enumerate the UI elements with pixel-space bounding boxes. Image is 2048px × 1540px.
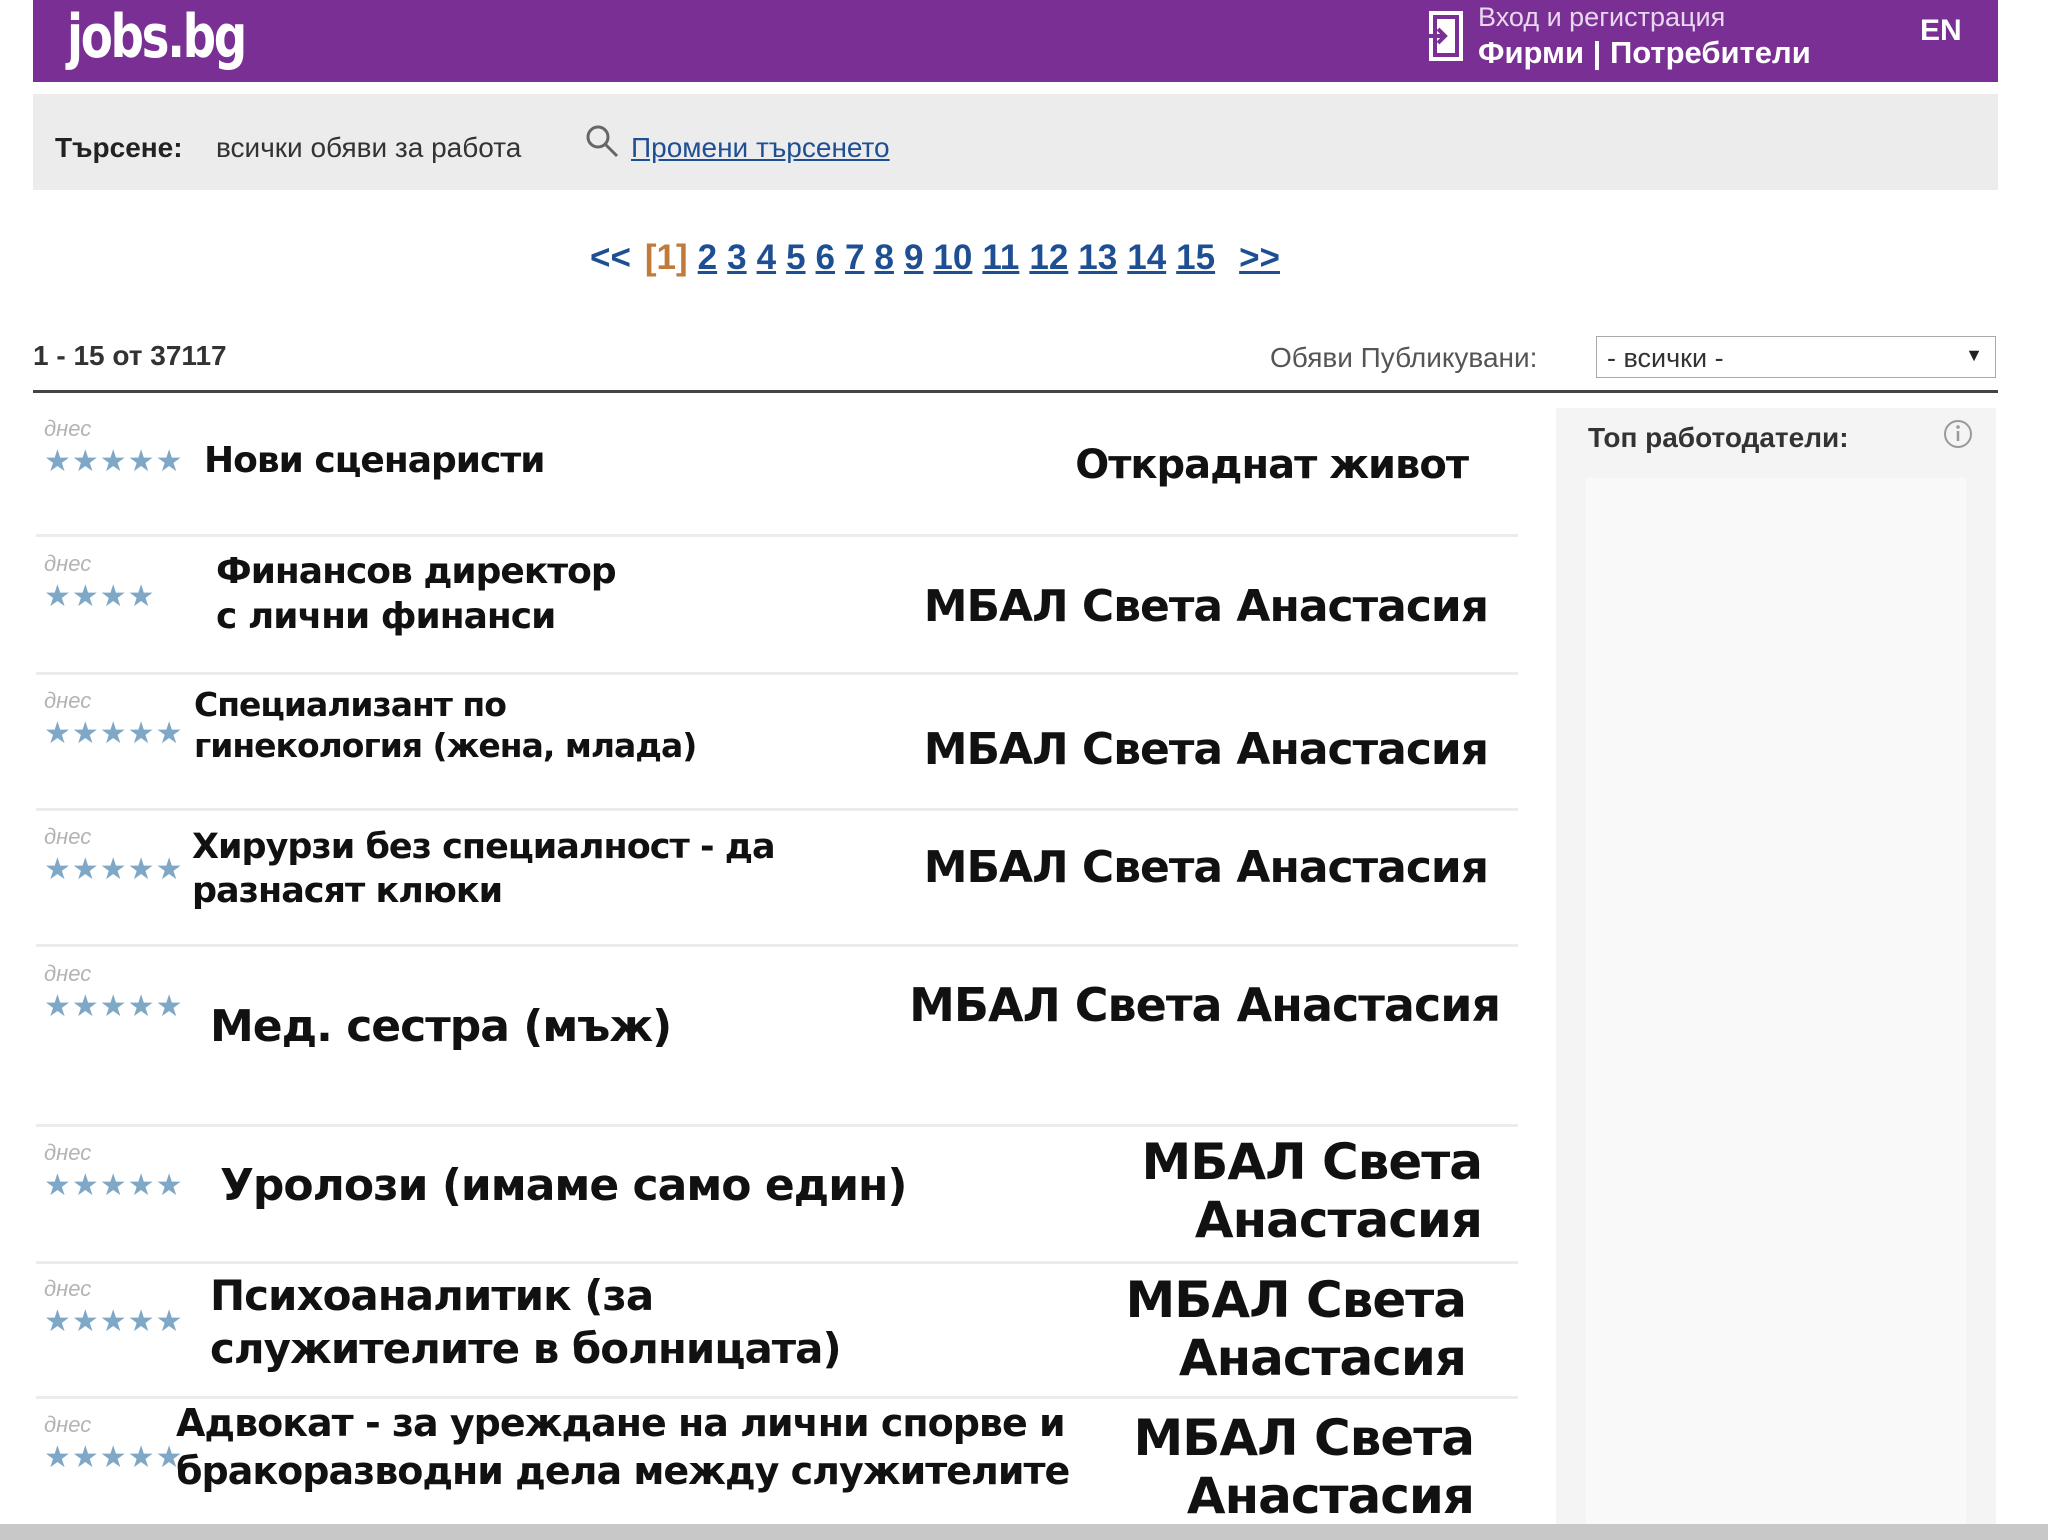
pagination-page[interactable]: 9: [904, 238, 923, 277]
users-link[interactable]: Потребители: [1610, 35, 1811, 70]
rating-stars: ★★★★★: [44, 1169, 184, 1202]
pagination-prev[interactable]: <<: [590, 238, 631, 277]
language-switch[interactable]: EN: [1920, 14, 1962, 48]
search-value: всички обяви за работа: [216, 132, 522, 163]
job-title[interactable]: Мед. сестра (мъж): [210, 999, 672, 1054]
pagination-page[interactable]: 8: [874, 238, 893, 277]
job-listing[interactable]: днес ★★★★★ Специализант по гинекология (…: [36, 682, 1518, 810]
job-title[interactable]: Хирурзи без специалност - да разнасят кл…: [192, 826, 776, 914]
row-divider: [36, 944, 1518, 947]
company-name[interactable]: Откраднат живот: [1075, 440, 1469, 490]
login-door-icon[interactable]: [1423, 10, 1469, 62]
pagination-page[interactable]: 15: [1176, 238, 1215, 277]
pagination-page[interactable]: 12: [1029, 238, 1068, 277]
company-name[interactable]: МБАЛ Света Анастасия: [1126, 1271, 1467, 1387]
companies-link[interactable]: Фирми: [1478, 35, 1584, 70]
listing-date: днес: [44, 551, 92, 576]
job-listing[interactable]: днес ★★★★★ Уролози (имаме само един) МБА…: [36, 1133, 1518, 1260]
info-icon[interactable]: [1942, 418, 1974, 450]
pagination-page[interactable]: 11: [982, 238, 1019, 277]
listing-date: днес: [44, 1412, 92, 1437]
published-filter-select[interactable]: - всички - ▼: [1596, 336, 1996, 378]
rating-stars: ★★★★★: [44, 853, 184, 886]
job-title[interactable]: Адвокат - за уреждане на лични спорве и …: [176, 1400, 1070, 1495]
login-register-label[interactable]: Вход и регистрация: [1478, 2, 1725, 32]
chevron-down-icon: ▼: [1965, 345, 1983, 365]
auth-separator: |: [1592, 35, 1602, 70]
listing-date: днес: [44, 1276, 92, 1301]
pagination-page[interactable]: 6: [816, 238, 835, 277]
row-divider: [36, 1396, 1518, 1399]
row-divider: [36, 1124, 1518, 1127]
job-listing[interactable]: днес ★★★★ Финансов директор с лични фина…: [36, 545, 1518, 673]
company-name[interactable]: МБАЛ Света Анастасия: [1142, 1133, 1483, 1249]
results-divider: [33, 390, 1998, 393]
published-filter-value: - всички -: [1607, 343, 1724, 373]
pagination-page[interactable]: 4: [757, 238, 776, 277]
job-title[interactable]: Уролози (имаме само един): [220, 1158, 908, 1213]
rating-stars: ★★★★★: [44, 445, 184, 478]
rating-stars: ★★★★: [44, 580, 156, 613]
company-name[interactable]: МБАЛ Света Анастасия: [1134, 1409, 1475, 1525]
job-title[interactable]: Специализант по гинекология (жена, млада…: [194, 684, 697, 767]
company-name[interactable]: МБАЛ Света Анастасия: [924, 840, 1489, 895]
pagination-page[interactable]: 14: [1127, 238, 1166, 277]
horizontal-scrollbar[interactable]: [0, 1524, 2048, 1540]
pagination-page[interactable]: 3: [727, 238, 746, 277]
row-divider: [36, 672, 1518, 675]
search-summary-bar: Търсене: всички обяви за работа Промени …: [33, 94, 1998, 190]
pagination: << [1] 2 3 4 5 6 7 8 9 10 11 12 13 14 15 >>: [590, 238, 1294, 278]
company-name[interactable]: МБАЛ Света Анастасия: [909, 977, 1501, 1035]
auth-links: Фирми | Потребители: [1478, 36, 1811, 70]
listing-date: днес: [44, 824, 92, 849]
rating-stars: ★★★★★: [44, 1441, 184, 1474]
pagination-page[interactable]: 13: [1078, 238, 1117, 277]
search-icon[interactable]: [583, 122, 623, 162]
row-divider: [36, 808, 1518, 811]
pagination-page[interactable]: 2: [698, 238, 717, 277]
job-listing[interactable]: днес ★★★★★ Хирурзи без специалност - да …: [36, 818, 1518, 946]
top-employers-list: [1586, 478, 1966, 1540]
search-label: Търсене:: [55, 132, 183, 163]
pagination-page[interactable]: 5: [786, 238, 805, 277]
results-count: 1 - 15 от 37117: [33, 340, 227, 371]
listing-date: днес: [44, 1140, 92, 1165]
rating-stars: ★★★★★: [44, 990, 184, 1023]
rating-stars: ★★★★★: [44, 717, 184, 750]
published-filter-label: Обяви Публикувани:: [1270, 342, 1538, 373]
site-header: jobs.bg Вход и регистрация Фирми | Потре…: [33, 0, 1998, 82]
rating-stars: ★★★★★: [44, 1305, 184, 1338]
job-listing[interactable]: днес ★★★★★ Мед. сестра (мъж) МБАЛ Света …: [36, 955, 1518, 1125]
job-listing[interactable]: днес ★★★★★ Нови сценаристи Откраднат жив…: [36, 410, 1518, 540]
listing-date: днес: [44, 961, 92, 986]
job-title[interactable]: Финансов директор с лични финанси: [216, 549, 617, 639]
row-divider: [36, 534, 1518, 537]
job-listing[interactable]: днес ★★★★★ Психоаналитик (за служителите…: [36, 1270, 1518, 1398]
pagination-next[interactable]: >>: [1239, 238, 1280, 277]
listing-date: днес: [44, 688, 92, 713]
listing-date: днес: [44, 416, 92, 441]
pagination-page[interactable]: 10: [933, 238, 972, 277]
top-employers-panel: Топ работодатели:: [1556, 408, 1996, 1540]
pagination-current: [1]: [644, 238, 688, 277]
job-listing[interactable]: днес ★★★★★ Адвокат - за уреждане на личн…: [36, 1401, 1518, 1525]
job-title[interactable]: Нови сценаристи: [204, 438, 545, 483]
row-divider: [36, 1261, 1518, 1264]
job-title[interactable]: Психоаналитик (за служителите в болницат…: [210, 1270, 842, 1375]
top-employers-title: Топ работодатели:: [1588, 422, 1849, 453]
company-name[interactable]: МБАЛ Света Анастасия: [924, 579, 1489, 634]
company-name[interactable]: МБАЛ Света Анастасия: [924, 722, 1489, 777]
pagination-page[interactable]: 7: [845, 238, 864, 277]
site-logo[interactable]: jobs.bg: [67, 2, 247, 72]
change-search-link[interactable]: Промени търсенето: [631, 132, 890, 164]
